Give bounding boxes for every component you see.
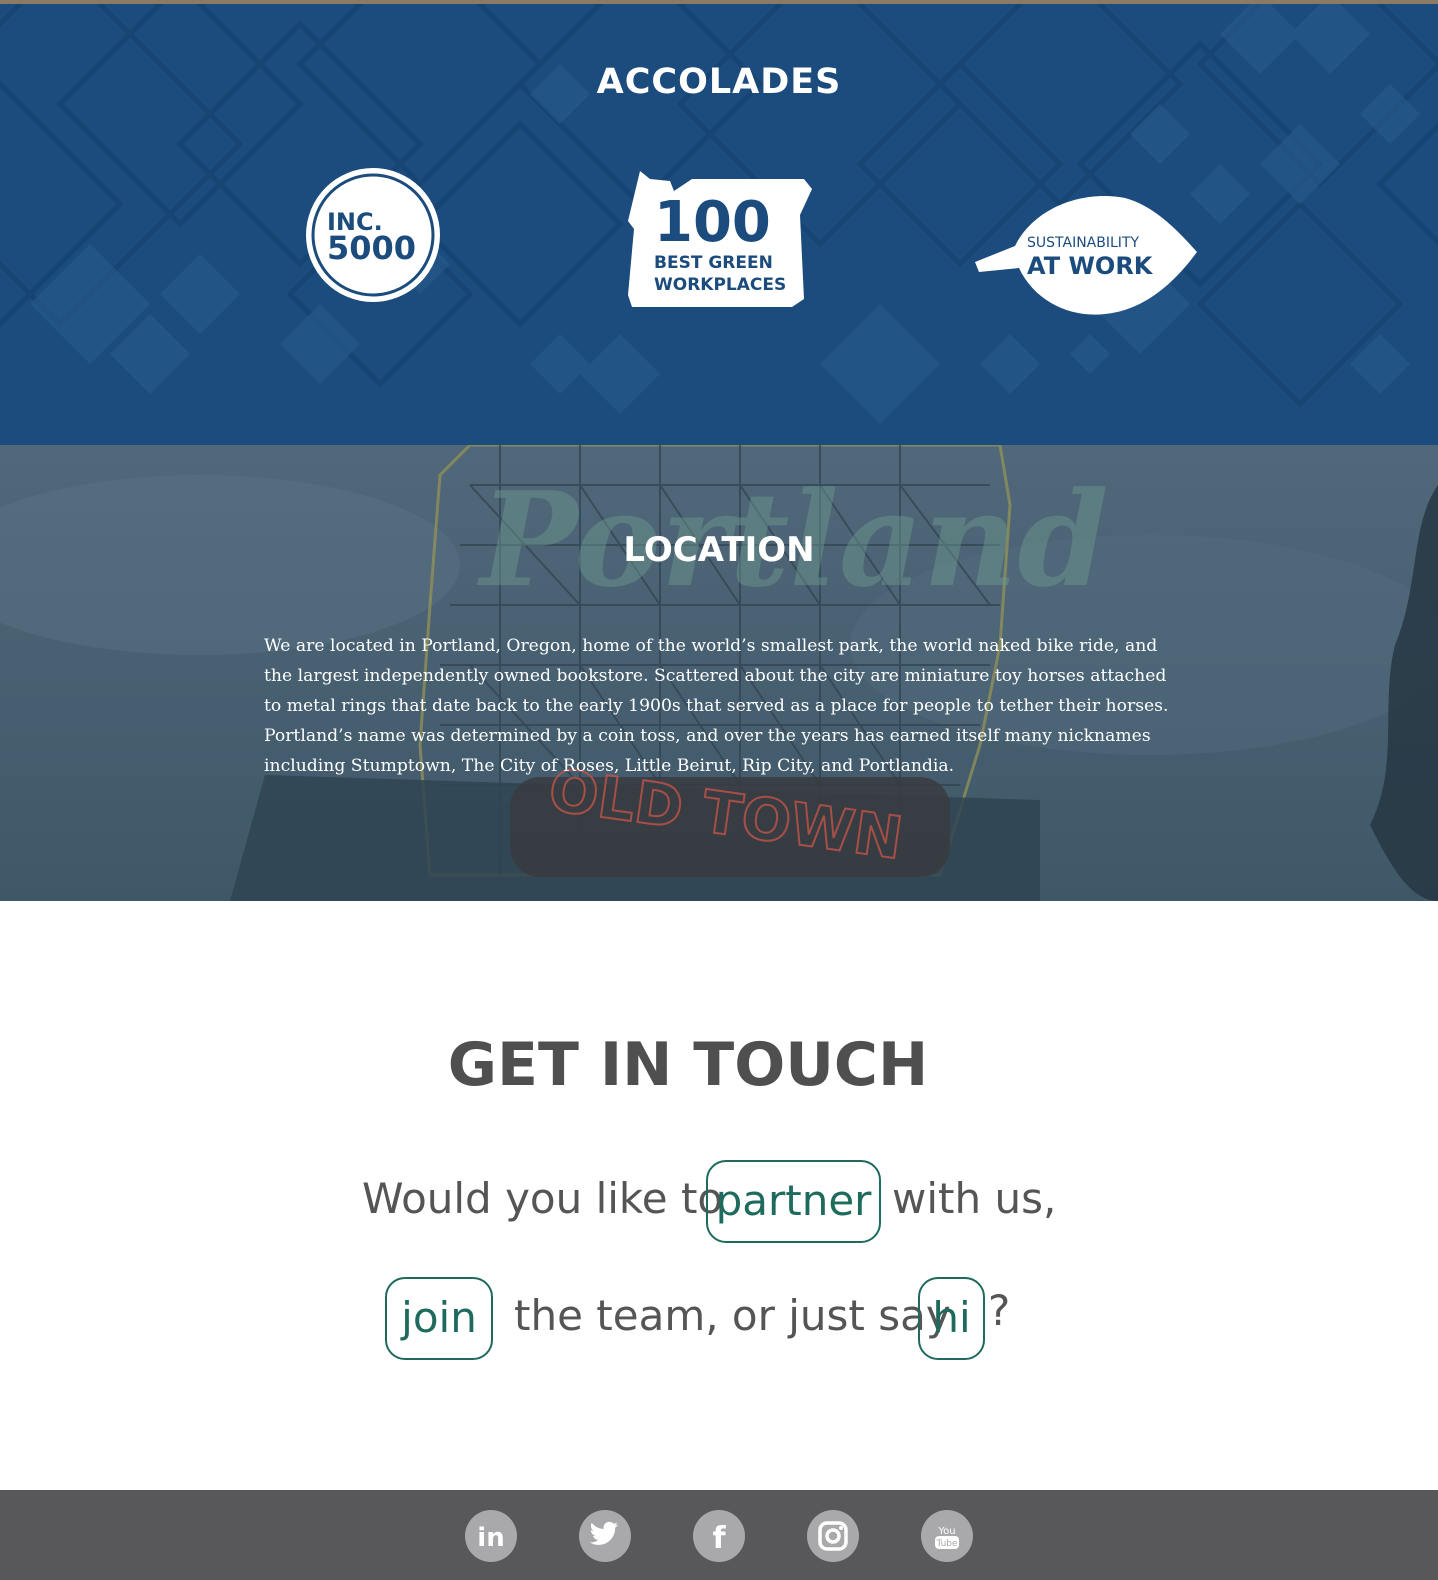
contact-line2-middle: the team, or just say bbox=[514, 1291, 951, 1340]
accolades-title: ACCOLADES bbox=[596, 62, 842, 102]
partner-button[interactable]: partner bbox=[706, 1160, 881, 1243]
facebook-glyph: f bbox=[712, 1521, 726, 1556]
facebook-icon: f bbox=[712, 1521, 726, 1556]
twitter-link[interactable] bbox=[579, 1510, 631, 1562]
accolades-section: ACCOLADES INC. 5000 100 BEST GREEN WORKP… bbox=[0, 4, 1438, 445]
twitter-icon bbox=[589, 1521, 618, 1545]
contact-line2-end: ? bbox=[988, 1286, 1011, 1335]
linkedin-glyph: in bbox=[477, 1523, 504, 1553]
hi-button[interactable]: hi bbox=[918, 1277, 985, 1360]
location-description: We are located in Portland, Oregon, home… bbox=[264, 636, 1169, 776]
sustainability-line2: AT WORK bbox=[1027, 252, 1153, 280]
sustainability-at-work-badge: SUSTAINABILITY AT WORK bbox=[975, 192, 1199, 316]
youtube-glyph-bottom: Tube bbox=[935, 1539, 958, 1549]
best-green-number: 100 bbox=[654, 190, 771, 255]
inc-5000-badge: INC. 5000 bbox=[305, 166, 445, 306]
sustainability-line1: SUSTAINABILITY bbox=[1027, 235, 1140, 251]
partner-label: partner bbox=[715, 1176, 872, 1225]
contact-line1-start: Would you like to bbox=[362, 1174, 724, 1223]
instagram-icon bbox=[818, 1521, 848, 1551]
youtube-link[interactable]: You Tube bbox=[921, 1510, 973, 1562]
youtube-icon: You Tube bbox=[935, 1526, 959, 1549]
get-in-touch-title: GET IN TOUCH bbox=[447, 1030, 929, 1100]
join-button[interactable]: join bbox=[385, 1277, 493, 1360]
best-green-line3: WORKPLACES bbox=[654, 275, 787, 295]
linkedin-icon: in bbox=[477, 1523, 504, 1553]
contact-line1-end: with us, bbox=[892, 1174, 1057, 1223]
instagram-link[interactable] bbox=[807, 1510, 859, 1562]
location-title: LOCATION bbox=[623, 530, 815, 570]
linkedin-link[interactable]: in bbox=[465, 1510, 517, 1562]
youtube-glyph-top: You bbox=[937, 1526, 955, 1537]
inc-5000-line2: 5000 bbox=[327, 229, 417, 267]
best-green-line2: BEST GREEN bbox=[654, 253, 773, 273]
join-label: join bbox=[401, 1293, 477, 1342]
facebook-link[interactable]: f bbox=[693, 1510, 745, 1562]
hi-label: hi bbox=[932, 1293, 971, 1342]
best-green-workplaces-badge: 100 BEST GREEN WORKPLACES bbox=[628, 169, 814, 309]
